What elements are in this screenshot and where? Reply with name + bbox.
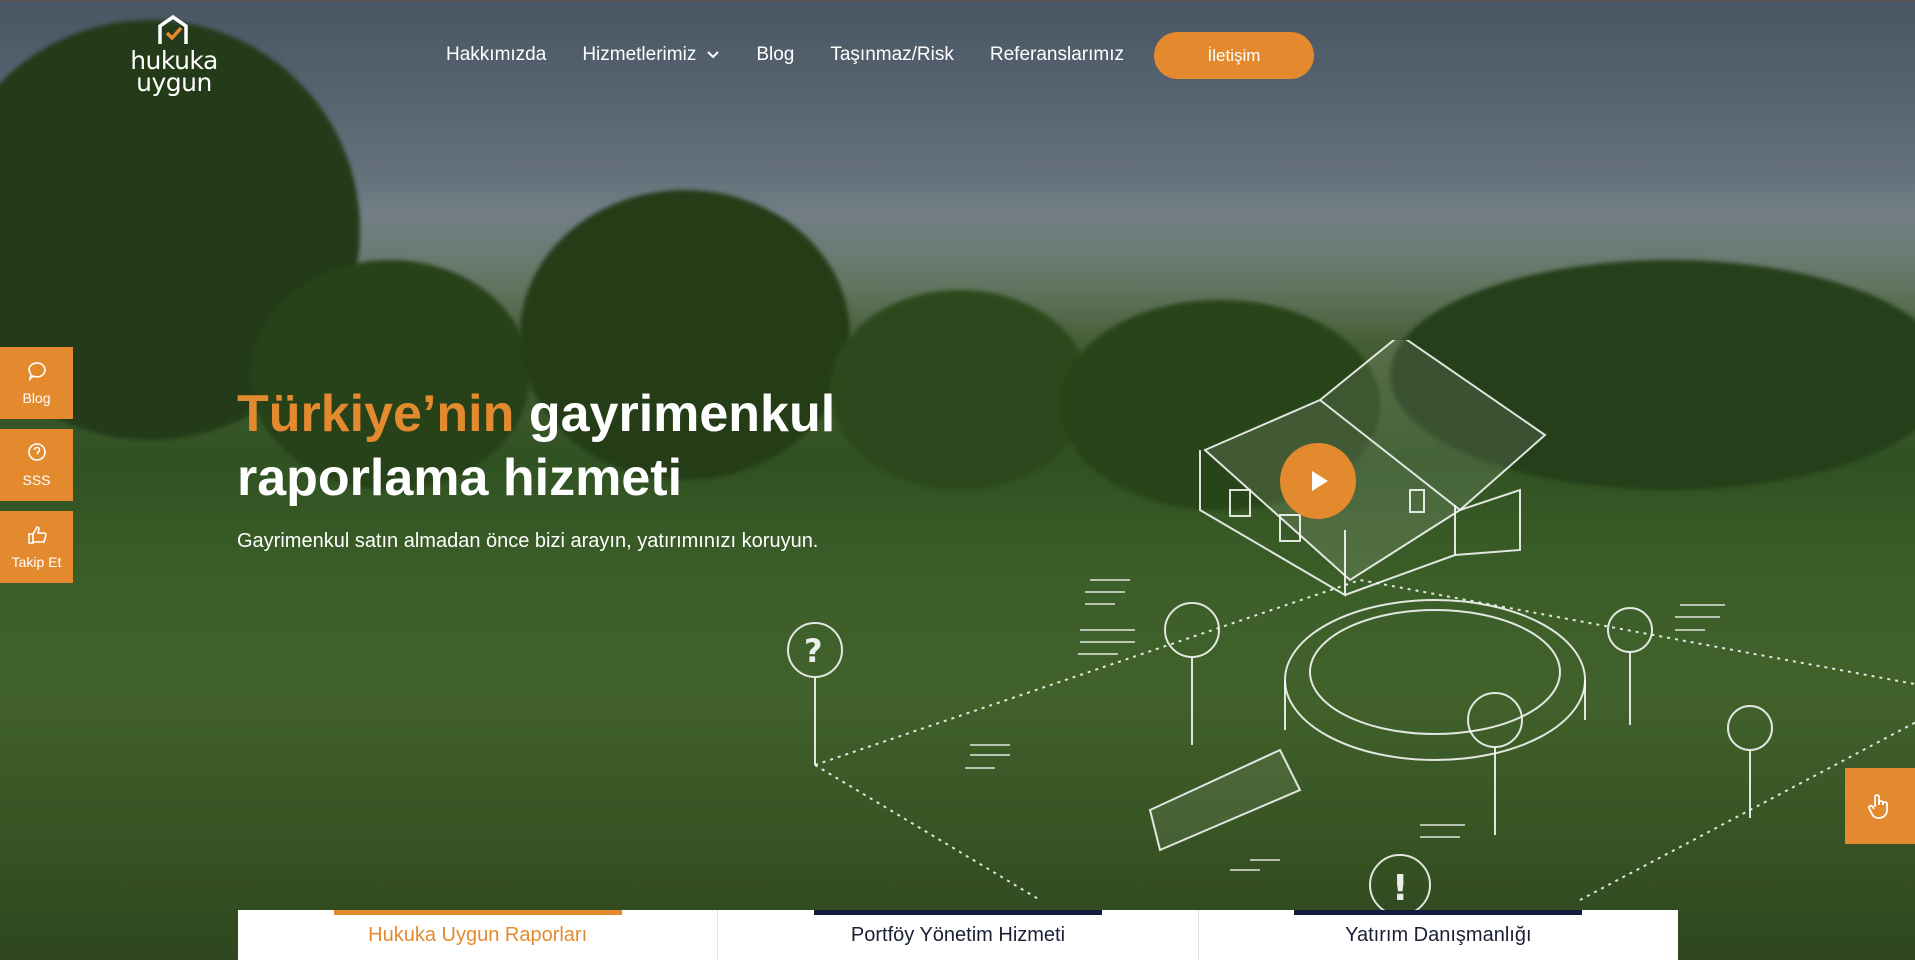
play-icon <box>1312 471 1328 491</box>
side-button-follow[interactable]: Takip Et <box>0 511 73 583</box>
tab-reports[interactable]: Hukuka Uygun Raporları <box>238 910 719 960</box>
tab-portfolio-label: Portföy Yönetim Hizmeti <box>850 923 1066 946</box>
hero-subtitle: Gayrimenkul satın almadan önce bizi aray… <box>237 530 819 552</box>
tab-investment[interactable]: Yatırım Danışmanlığı <box>1199 910 1678 960</box>
property-analysis-illustration: ? ! <box>787 340 1915 916</box>
hero-title-accent: Türkiye’nin <box>237 385 515 443</box>
nav-item-services-label: Hizmetlerimiz <box>582 44 697 65</box>
tab-indicator <box>333 910 622 915</box>
side-button-blog-label: Blog <box>22 390 51 406</box>
service-tabs: Hukuka Uygun Raporları Portföy Yönetim H… <box>238 910 1678 960</box>
nav-item-services[interactable]: Hizmetlerimiz <box>582 42 720 68</box>
contact-button[interactable]: İletişim <box>1154 32 1314 79</box>
tab-investment-label: Yatırım Danışmanlığı <box>1345 923 1532 946</box>
play-video-button[interactable] <box>1280 443 1356 519</box>
question-icon <box>27 443 46 461</box>
chat-icon <box>27 362 46 382</box>
top-border <box>0 0 1915 2</box>
side-button-blog[interactable]: Blog <box>0 347 73 419</box>
side-button-faq[interactable]: SSS <box>0 429 73 501</box>
side-button-follow-label: Takip Et <box>11 554 62 570</box>
thumbs-up-icon <box>27 526 47 544</box>
chevron-down-icon <box>707 51 720 59</box>
nav-item-references[interactable]: Referanslarımız <box>990 42 1124 68</box>
side-button-faq-label: SSS <box>22 472 51 488</box>
tab-portfolio[interactable]: Portföy Yönetim Hizmeti <box>718 910 1199 960</box>
logo-text-line2: uygun <box>136 68 212 97</box>
nav-item-blog[interactable]: Blog <box>756 42 794 68</box>
tab-reports-label: Hukuka Uygun Raporları <box>368 923 588 946</box>
main-nav: Hakkımızda Hizmetlerimiz Blog Taşınmaz/R… <box>446 42 1160 68</box>
nav-item-about[interactable]: Hakkımızda <box>446 42 546 68</box>
svg-text:!: ! <box>1392 868 1408 909</box>
tab-indicator <box>813 910 1102 915</box>
logo[interactable]: hukuka uygun <box>126 14 222 96</box>
house-check-icon <box>158 14 188 44</box>
nav-item-property-risk[interactable]: Taşınmaz/Risk <box>830 42 954 68</box>
tab-indicator <box>1294 910 1583 915</box>
svg-text:?: ? <box>804 632 823 670</box>
